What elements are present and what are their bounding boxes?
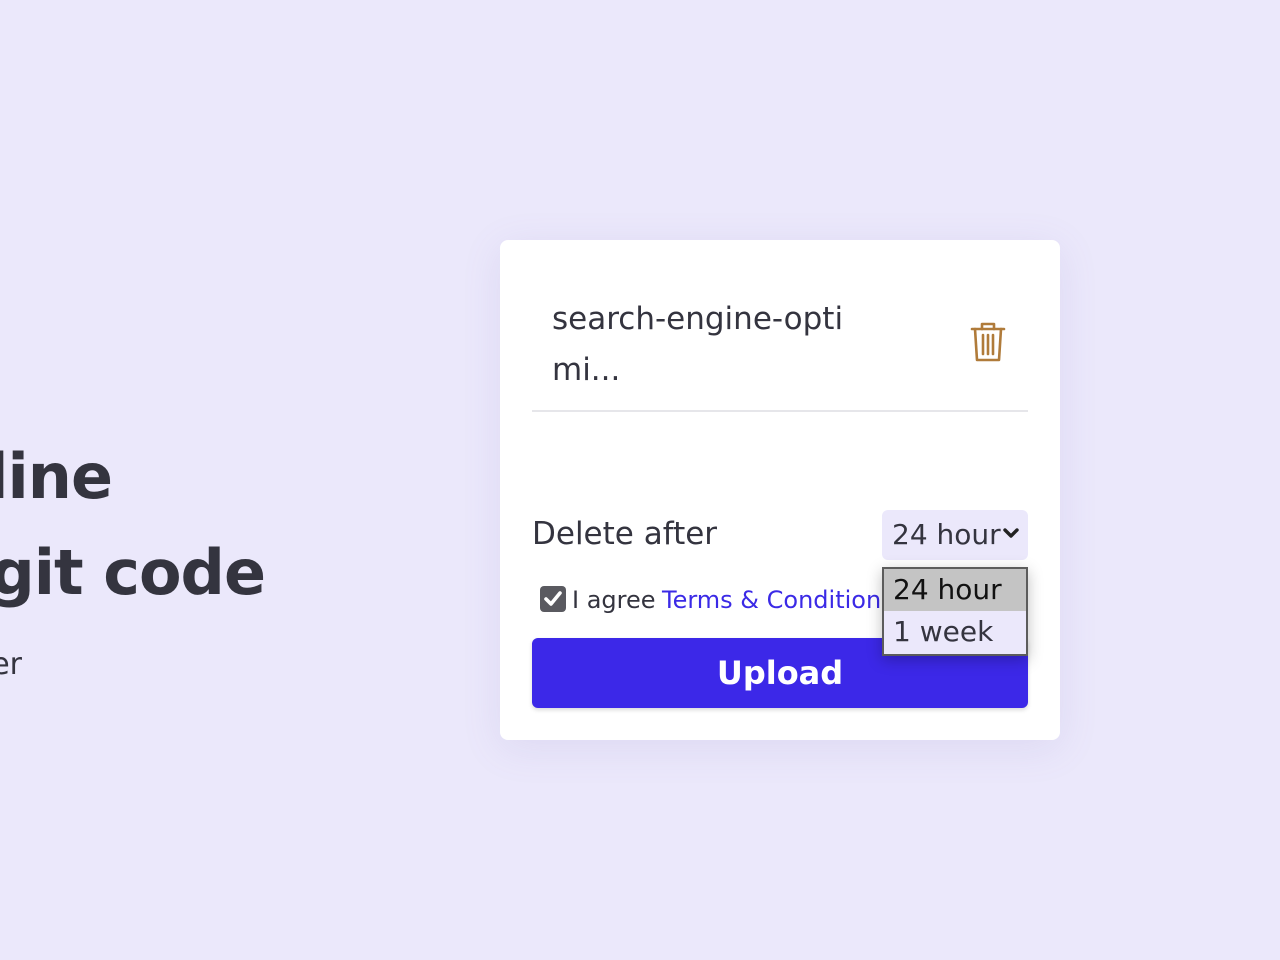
file-name: search-engine-optimi... bbox=[552, 301, 844, 388]
dropdown-option-1-week[interactable]: 1 week bbox=[884, 611, 1026, 653]
page: line git code er search-engine-optimi...… bbox=[0, 0, 1280, 960]
trash-icon[interactable] bbox=[968, 320, 1008, 364]
dropdown-option-24-hour[interactable]: 24 hour bbox=[884, 569, 1026, 611]
chevron-down-icon bbox=[1002, 526, 1020, 540]
upload-card: search-engine-optimi... Delete after 24 … bbox=[500, 240, 1060, 740]
hero-subtitle: er bbox=[0, 647, 22, 682]
hero-heading-line-2: git code bbox=[0, 536, 266, 609]
file-item: search-engine-optimi... bbox=[532, 288, 1028, 412]
delete-after-label: Delete after bbox=[532, 516, 718, 552]
terms-link[interactable]: Terms & Conditions bbox=[662, 586, 894, 614]
agree-checkbox[interactable] bbox=[540, 586, 566, 612]
select-value: 24 hour bbox=[892, 518, 1001, 551]
agree-label: I agree bbox=[572, 586, 656, 614]
delete-after-dropdown: 24 hour 1 week bbox=[882, 567, 1028, 656]
hero-heading-line-1: line bbox=[0, 440, 113, 513]
delete-after-select[interactable]: 24 hour bbox=[882, 510, 1028, 560]
